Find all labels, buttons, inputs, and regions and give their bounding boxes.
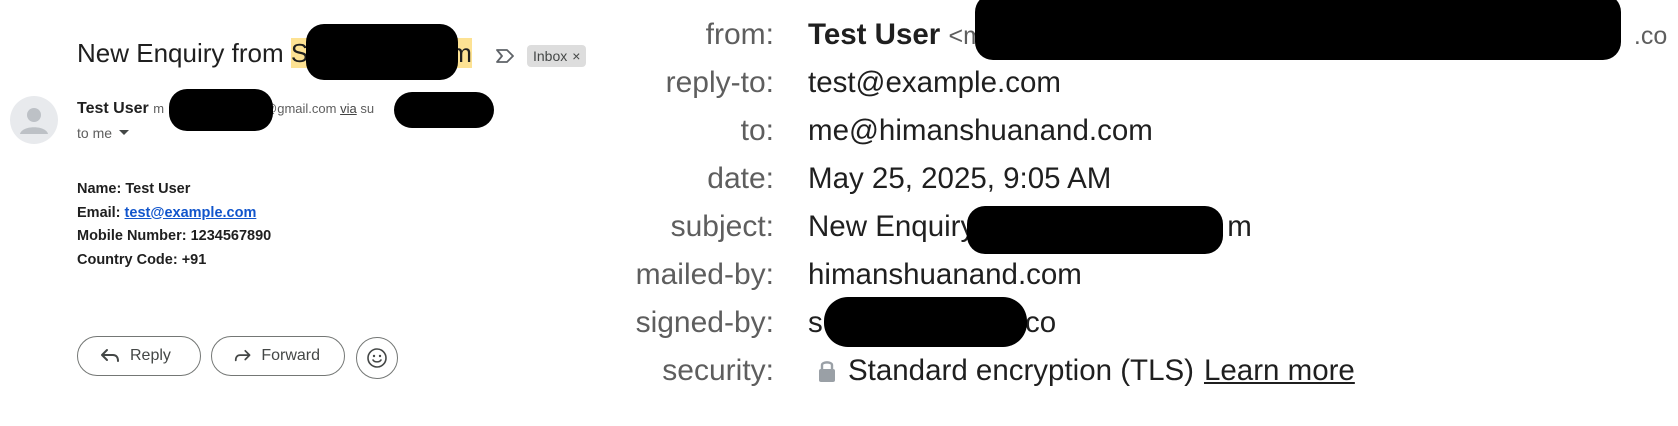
from-label: from:	[705, 18, 774, 51]
emoji-icon	[367, 348, 387, 368]
label-chip-text: Inbox	[533, 48, 568, 64]
to-value: me@himanshuanand.com	[808, 114, 1153, 147]
importance-marker-icon[interactable]	[494, 46, 516, 71]
reply-to-label: reply-to:	[665, 66, 774, 99]
subject-value-suffix: m	[1227, 210, 1252, 243]
reply-to-value: test@example.com	[808, 66, 1061, 99]
lock-icon	[819, 361, 835, 382]
body-email-label: Email:	[77, 204, 125, 221]
security-label: security:	[662, 354, 774, 387]
redaction-block	[169, 89, 273, 131]
reply-icon	[101, 349, 119, 362]
forward-icon	[234, 349, 251, 362]
avatar-person-icon	[20, 108, 48, 134]
from-addr-suffix: .co	[1633, 22, 1668, 50]
security-value: Standard encryption (TLS) Learn more	[808, 354, 1355, 388]
body-email-link[interactable]: test@example.com	[125, 205, 257, 221]
from-name: Test User	[808, 18, 941, 51]
redaction-block	[967, 206, 1223, 254]
sender-addr-prefix: m	[153, 101, 165, 116]
forward-label: Forward	[261, 347, 320, 364]
signed-by-prefix: s	[808, 306, 823, 339]
sender-name: Test User	[77, 100, 149, 117]
body-email-line: Email: test@example.com	[77, 202, 271, 226]
reply-label: Reply	[130, 347, 171, 364]
remove-label-icon[interactable]: ×	[572, 48, 580, 64]
subject-prefix: New Enquiry from	[77, 38, 291, 68]
via-domain-prefix: su	[360, 101, 375, 116]
subject-value-prefix: New Enquiry	[808, 210, 976, 243]
body-mobile-line: Mobile Number: 1234567890	[77, 228, 272, 244]
recipients-toggle[interactable]: to me	[77, 125, 130, 141]
subject-label: subject:	[670, 210, 774, 243]
chevron-down-icon	[119, 130, 130, 135]
inbox-label-chip[interactable]: Inbox ×	[527, 45, 587, 67]
security-text: Standard encryption (TLS)	[848, 354, 1194, 387]
redaction-block	[306, 24, 458, 80]
date-value: May 25, 2025, 9:05 AM	[808, 162, 1112, 195]
learn-more-link[interactable]: Learn more	[1204, 354, 1355, 388]
body-name-line: Name: Test User	[77, 181, 191, 197]
to-me-label: to me	[77, 125, 113, 141]
redaction-block	[394, 92, 494, 128]
redaction-block	[824, 297, 1027, 347]
signed-by-label: signed-by:	[635, 306, 774, 339]
forward-button[interactable]: Forward	[211, 336, 345, 376]
avatar[interactable]	[10, 96, 58, 144]
add-reaction-button[interactable]	[356, 337, 398, 379]
sender-addr-mid: @gmail.com	[264, 101, 337, 116]
body-country-line: Country Code: +91	[77, 251, 207, 268]
to-label: to:	[740, 114, 774, 147]
mailed-by-value: himanshuanand.com	[808, 258, 1082, 291]
reply-button[interactable]: Reply	[77, 336, 201, 376]
message-body: Name: Test User Email: test@example.com …	[77, 178, 271, 272]
via-link[interactable]: via	[340, 101, 357, 116]
mailed-by-label: mailed-by:	[635, 258, 774, 291]
redaction-block	[975, 0, 1621, 60]
date-label: date:	[707, 162, 774, 195]
